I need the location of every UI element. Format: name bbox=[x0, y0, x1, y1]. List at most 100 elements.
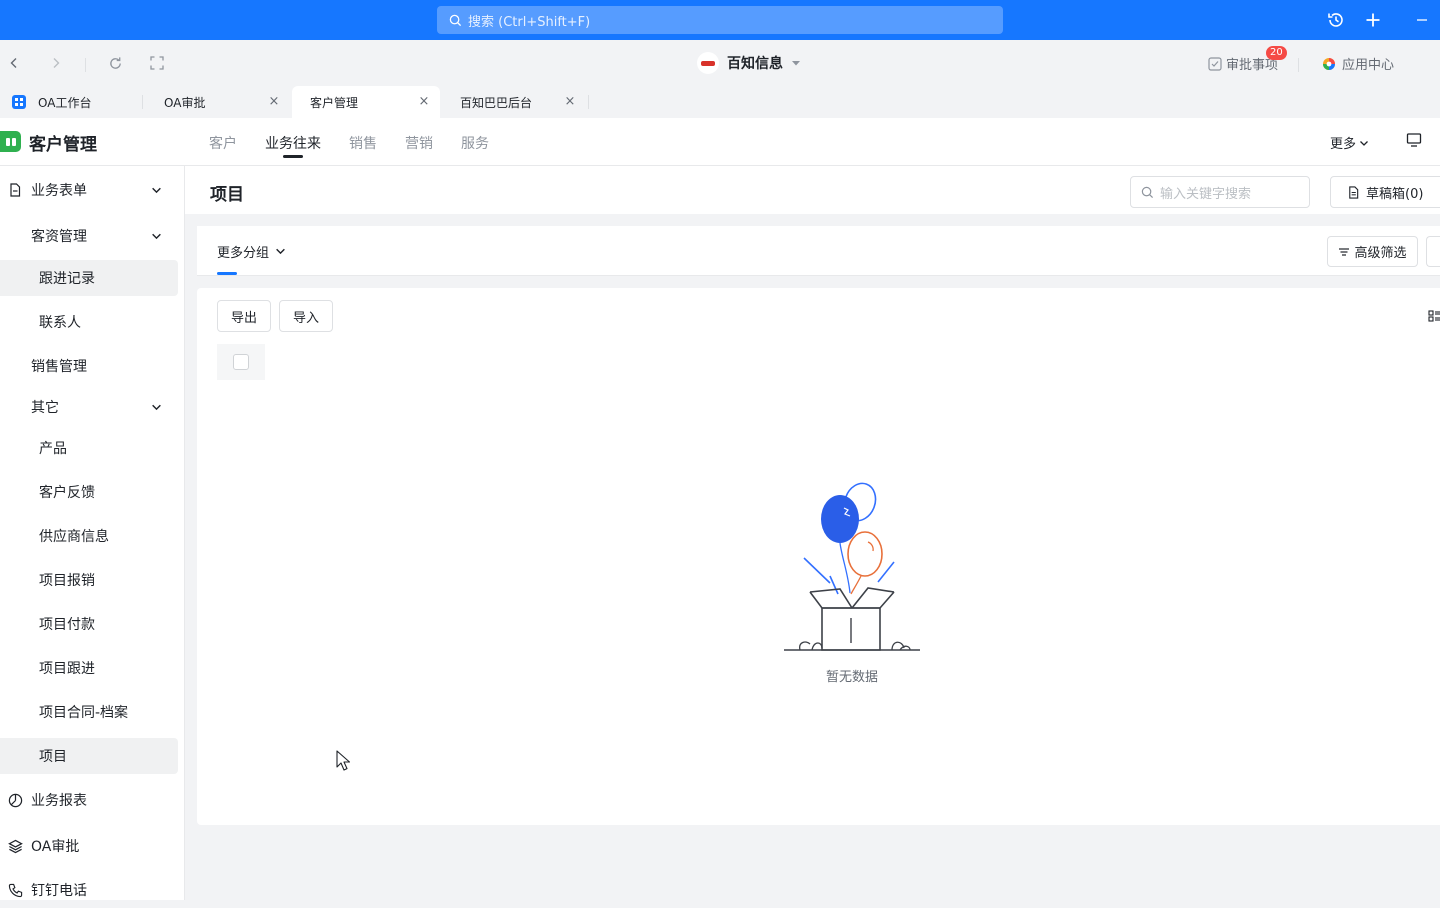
keyword-search-input[interactable]: 输入关键字搜索 bbox=[1130, 176, 1310, 208]
sidebar-item-business-reports[interactable]: 业务报表 bbox=[0, 782, 178, 818]
global-search-box[interactable]: 搜索 (Ctrl+Shift+F) bbox=[437, 6, 1003, 34]
sidebar-item-customer-feedback[interactable]: 客户反馈 bbox=[0, 474, 178, 510]
sidebar-item-label: 客户反馈 bbox=[39, 485, 95, 501]
sidebar-item-project[interactable]: 项目 bbox=[0, 738, 178, 774]
empty-box-balloons-illustration bbox=[784, 482, 920, 651]
document-icon bbox=[6, 181, 24, 199]
select-all-checkbox[interactable] bbox=[233, 354, 249, 370]
grid-view-icon[interactable] bbox=[1428, 310, 1440, 322]
collapse-button[interactable] bbox=[1426, 236, 1440, 267]
fullscreen-icon[interactable] bbox=[148, 54, 166, 72]
sidebar-item-label: 销售管理 bbox=[31, 359, 87, 375]
sidebar-item-label: 跟进记录 bbox=[39, 271, 95, 287]
sidebar-item-products[interactable]: 产品 bbox=[0, 430, 178, 466]
divider bbox=[1298, 58, 1299, 72]
more-label: 更多 bbox=[1330, 137, 1357, 152]
chevron-down-icon[interactable] bbox=[149, 400, 163, 414]
app-center-button[interactable]: 应用中心 bbox=[1322, 54, 1394, 73]
sidebar-item-label: 项目报销 bbox=[39, 573, 95, 589]
main-header: 项目 输入关键字搜索 草稿箱(0) bbox=[185, 166, 1440, 214]
more-menu-button[interactable]: 更多 bbox=[1330, 133, 1369, 152]
more-groups-dropdown[interactable]: 更多分组 bbox=[217, 242, 286, 261]
drafts-label: 草稿箱(0) bbox=[1366, 186, 1424, 202]
sidebar-item-label: 供应商信息 bbox=[39, 529, 109, 545]
minimize-icon[interactable] bbox=[1412, 10, 1432, 30]
chevron-down-icon bbox=[1360, 140, 1368, 146]
sidebar-item-label: 产品 bbox=[39, 441, 67, 457]
tab-label: 百知巴巴后台 bbox=[460, 95, 533, 110]
sidebar-item-project-contract-archive[interactable]: 项目合同-档案 bbox=[0, 694, 178, 730]
active-tab-indicator bbox=[283, 155, 303, 158]
mouse-cursor-icon bbox=[336, 750, 350, 771]
tab-bar: OA工作台 OA审批 × 客户管理 × 百知巴巴后台 × bbox=[0, 86, 1440, 118]
sidebar-item-business-forms[interactable]: 业务表单 bbox=[0, 172, 178, 208]
tab-baizhi-backend[interactable]: 百知巴巴后台 × bbox=[444, 86, 586, 118]
sidebar-item-label: 其它 bbox=[31, 400, 59, 416]
sidebar-item-label: OA审批 bbox=[31, 839, 80, 855]
divider bbox=[142, 95, 143, 109]
advanced-filter-label: 高级筛选 bbox=[1354, 246, 1407, 261]
app-tab-sales[interactable]: 销售 bbox=[349, 133, 377, 153]
keyword-search-placeholder: 输入关键字搜索 bbox=[1160, 186, 1252, 202]
advanced-filter-button[interactable]: 高级筛选 bbox=[1327, 236, 1418, 267]
tab-oa-approval[interactable]: OA审批 × bbox=[148, 86, 290, 118]
app-center-icon bbox=[1323, 57, 1335, 70]
layers-icon bbox=[6, 837, 24, 855]
import-button[interactable]: 导入 bbox=[279, 300, 333, 332]
table-header-select-cell bbox=[217, 344, 265, 380]
chevron-down-icon[interactable] bbox=[149, 229, 163, 243]
divider bbox=[85, 58, 86, 72]
customer-portal-button[interactable] bbox=[1406, 132, 1440, 152]
close-icon[interactable]: × bbox=[564, 95, 576, 108]
tab-label: OA审批 bbox=[164, 95, 206, 110]
nav-bar: 百知信息 审批事项 应用中心 bbox=[0, 40, 1440, 86]
app-tab-service[interactable]: 服务 bbox=[461, 133, 489, 153]
tab-oa-workbench[interactable]: OA工作台 bbox=[0, 86, 142, 118]
drafts-button[interactable]: 草稿箱(0) bbox=[1330, 176, 1440, 208]
sidebar-item-oa-approval[interactable]: OA审批 bbox=[0, 828, 178, 864]
app-title: 客户管理 bbox=[29, 135, 97, 155]
sidebar-item-follow-up-records[interactable]: 跟进记录 bbox=[0, 260, 178, 296]
close-icon[interactable]: × bbox=[268, 95, 280, 108]
chevron-down-icon bbox=[276, 248, 285, 255]
search-icon bbox=[449, 14, 462, 26]
sidebar-item-label: 联系人 bbox=[39, 315, 81, 331]
approval-count-badge: 20 bbox=[1266, 46, 1287, 60]
sidebar-item-project-reimbursement[interactable]: 项目报销 bbox=[0, 562, 178, 598]
active-group-indicator bbox=[217, 272, 237, 275]
back-icon[interactable] bbox=[5, 54, 23, 72]
page-title: 项目 bbox=[210, 185, 244, 205]
sidebar-item-project-payment[interactable]: 项目付款 bbox=[0, 606, 178, 642]
sidebar-item-supplier-info[interactable]: 供应商信息 bbox=[0, 518, 178, 554]
export-button[interactable]: 导出 bbox=[217, 300, 271, 332]
sidebar-item-label: 业务表单 bbox=[31, 183, 87, 199]
search-icon bbox=[1141, 186, 1154, 198]
sidebar-item-contacts[interactable]: 联系人 bbox=[0, 304, 178, 340]
history-icon[interactable] bbox=[1326, 10, 1346, 30]
caret-down-icon bbox=[792, 61, 800, 66]
refresh-icon[interactable] bbox=[106, 54, 124, 72]
chevron-down-icon[interactable] bbox=[149, 183, 163, 197]
sidebar-item-customer-resources[interactable]: 客资管理 bbox=[0, 218, 178, 254]
sidebar-item-dingtalk-phone[interactable]: 钉钉电话 bbox=[0, 872, 178, 908]
oa-workbench-icon bbox=[12, 95, 26, 109]
org-switcher[interactable]: 百知信息 bbox=[697, 52, 801, 74]
sidebar-item-label: 项目 bbox=[39, 749, 67, 765]
close-icon[interactable]: × bbox=[418, 95, 430, 108]
sidebar-item-label: 业务报表 bbox=[31, 793, 87, 809]
sidebar-item-others[interactable]: 其它 bbox=[0, 389, 178, 425]
tab-label: 客户管理 bbox=[310, 95, 359, 110]
sidebar-item-sales-management[interactable]: 销售管理 bbox=[0, 348, 178, 384]
divider bbox=[588, 95, 589, 109]
top-bar: 搜索 (Ctrl+Shift+F) bbox=[0, 0, 1440, 40]
forward-icon[interactable] bbox=[47, 54, 65, 72]
phone-icon bbox=[6, 881, 24, 899]
app-tab-customer[interactable]: 客户 bbox=[209, 133, 237, 153]
app-header: 客户管理 客户 业务往来 销售 营销 服务 更多 bbox=[0, 118, 1440, 166]
app-tab-business[interactable]: 业务往来 bbox=[265, 133, 321, 153]
add-icon[interactable] bbox=[1363, 10, 1383, 30]
sidebar-item-label: 项目合同-档案 bbox=[39, 705, 129, 721]
tab-customer-management[interactable]: 客户管理 × bbox=[292, 86, 440, 118]
app-tab-marketing[interactable]: 营销 bbox=[405, 133, 433, 153]
org-name: 百知信息 bbox=[727, 56, 783, 72]
